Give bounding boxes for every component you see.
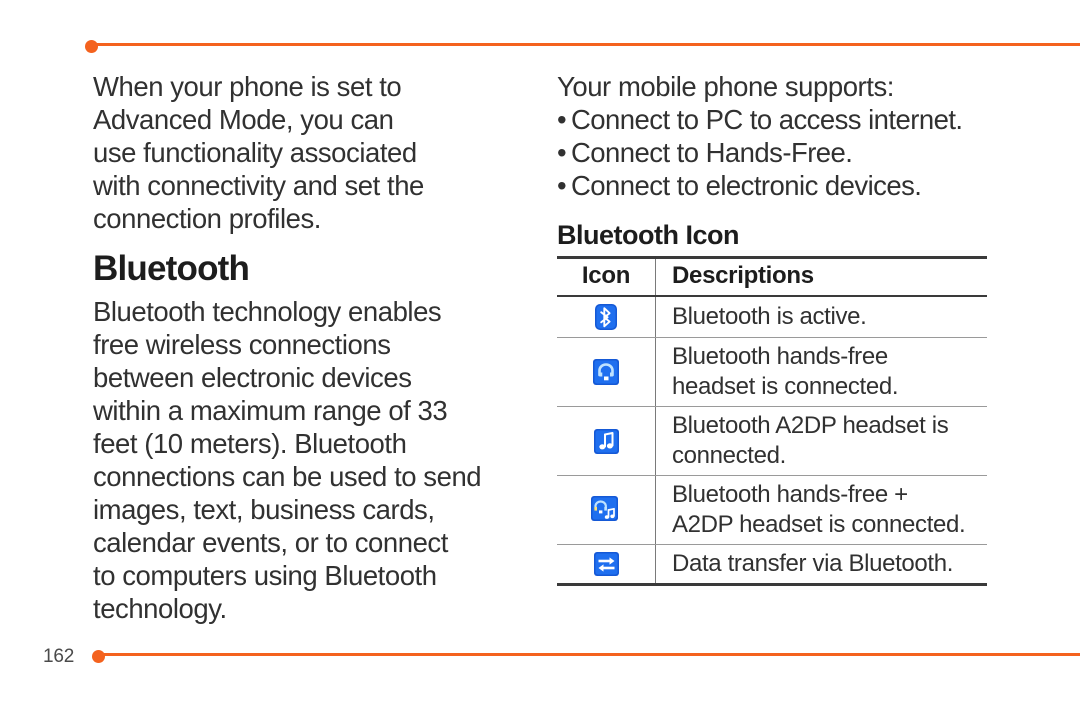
table-row: Bluetooth is active. <box>557 296 987 338</box>
description-line: A2DP headset is connected. <box>672 511 966 538</box>
bullet-icon: • <box>557 137 567 168</box>
description-line: headset is connected. <box>672 373 899 400</box>
description-line: Bluetooth A2DP headset is <box>672 412 949 439</box>
footer-rule-line <box>99 652 1080 656</box>
table-heading-bluetooth-icon: Bluetooth Icon <box>557 220 739 250</box>
table-cell-description: Data transfer via Bluetooth. <box>655 544 987 586</box>
column-header-descriptions: Descriptions <box>655 256 987 297</box>
body-line: connections can be used to send <box>93 461 482 492</box>
intro-line: Advanced Mode, you can <box>93 104 394 135</box>
body-line: Bluetooth technology enables <box>93 296 442 327</box>
list-item-label: Connect to Hands-Free. <box>571 137 853 168</box>
bullet-icon: • <box>557 170 567 201</box>
body-line: calendar events, or to connect <box>93 527 448 558</box>
footer-rule <box>0 648 1080 664</box>
description-line: Bluetooth is active. <box>672 303 867 330</box>
bluetooth-body-paragraph: Bluetooth technology enables free wirele… <box>93 295 533 625</box>
intro-line: When your phone is set to <box>93 71 402 102</box>
body-line: between electronic devices <box>93 362 412 393</box>
body-line: images, text, business cards, <box>93 494 435 525</box>
body-line: feet (10 meters). Bluetooth <box>93 428 407 459</box>
bluetooth-handsfree-a2dp-icon <box>591 496 621 524</box>
table-cell-icon <box>557 296 656 338</box>
right-column: Your mobile phone supports: • Connect to … <box>557 70 997 586</box>
header-rule-line <box>92 42 1080 46</box>
table-row: Bluetooth hands-free + A2DP headset is c… <box>557 475 987 545</box>
table-row: Data transfer via Bluetooth. <box>557 544 987 586</box>
bluetooth-a2dp-headset-icon <box>593 428 619 454</box>
list-item-label: Connect to electronic devices. <box>571 170 922 201</box>
intro-line: use functionality associated <box>93 137 417 168</box>
section-heading-bluetooth: Bluetooth <box>93 249 250 288</box>
body-line: free wireless connections <box>93 329 391 360</box>
list-item: • Connect to electronic devices. <box>557 169 997 202</box>
supports-intro: Your mobile phone supports: <box>557 71 894 102</box>
table-cell-icon <box>557 406 656 476</box>
list-item: • Connect to PC to access internet. <box>557 103 997 136</box>
description-line: Bluetooth hands-free <box>672 343 888 370</box>
table-cell-description: Bluetooth hands-free + A2DP headset is c… <box>655 475 987 545</box>
table-cell-icon <box>557 337 656 407</box>
table-cell-icon <box>557 475 656 545</box>
list-item: • Connect to Hands-Free. <box>557 136 997 169</box>
header-rule <box>0 40 1080 53</box>
table-row: Bluetooth A2DP headset is connected. <box>557 406 987 476</box>
column-header-icon: Icon <box>557 256 656 297</box>
table-cell-description: Bluetooth A2DP headset is connected. <box>655 406 987 476</box>
intro-line: connection profiles. <box>93 203 321 234</box>
table-header-row: Icon Descriptions <box>557 256 987 297</box>
bluetooth-active-icon <box>595 304 617 330</box>
bluetooth-icon-table: Icon Descriptions Bluetooth is active. B… <box>557 256 987 586</box>
intro-line: with connectivity and set the <box>93 170 424 201</box>
intro-paragraph: When your phone is set to Advanced Mode,… <box>93 70 533 235</box>
left-column: When your phone is set to Advanced Mode,… <box>93 70 533 625</box>
table-cell-icon <box>557 544 656 586</box>
bullet-icon: • <box>557 104 567 135</box>
description-line: connected. <box>672 442 786 469</box>
bluetooth-data-transfer-icon <box>593 552 619 576</box>
bluetooth-handsfree-headset-icon <box>593 359 619 385</box>
description-line: Bluetooth hands-free + <box>672 481 908 508</box>
table-row: Bluetooth hands-free headset is connecte… <box>557 337 987 407</box>
header-rule-dot <box>85 40 98 53</box>
table-cell-description: Bluetooth hands-free headset is connecte… <box>655 337 987 407</box>
list-item-label: Connect to PC to access internet. <box>571 104 963 135</box>
supports-list: • Connect to PC to access internet. • Conn… <box>557 103 997 202</box>
body-line: technology. <box>93 593 227 624</box>
description-line: Data transfer via Bluetooth. <box>672 550 954 577</box>
table-cell-description: Bluetooth is active. <box>655 296 987 338</box>
body-line: to computers using Bluetooth <box>93 560 437 591</box>
body-line: within a maximum range of 33 <box>93 395 448 426</box>
